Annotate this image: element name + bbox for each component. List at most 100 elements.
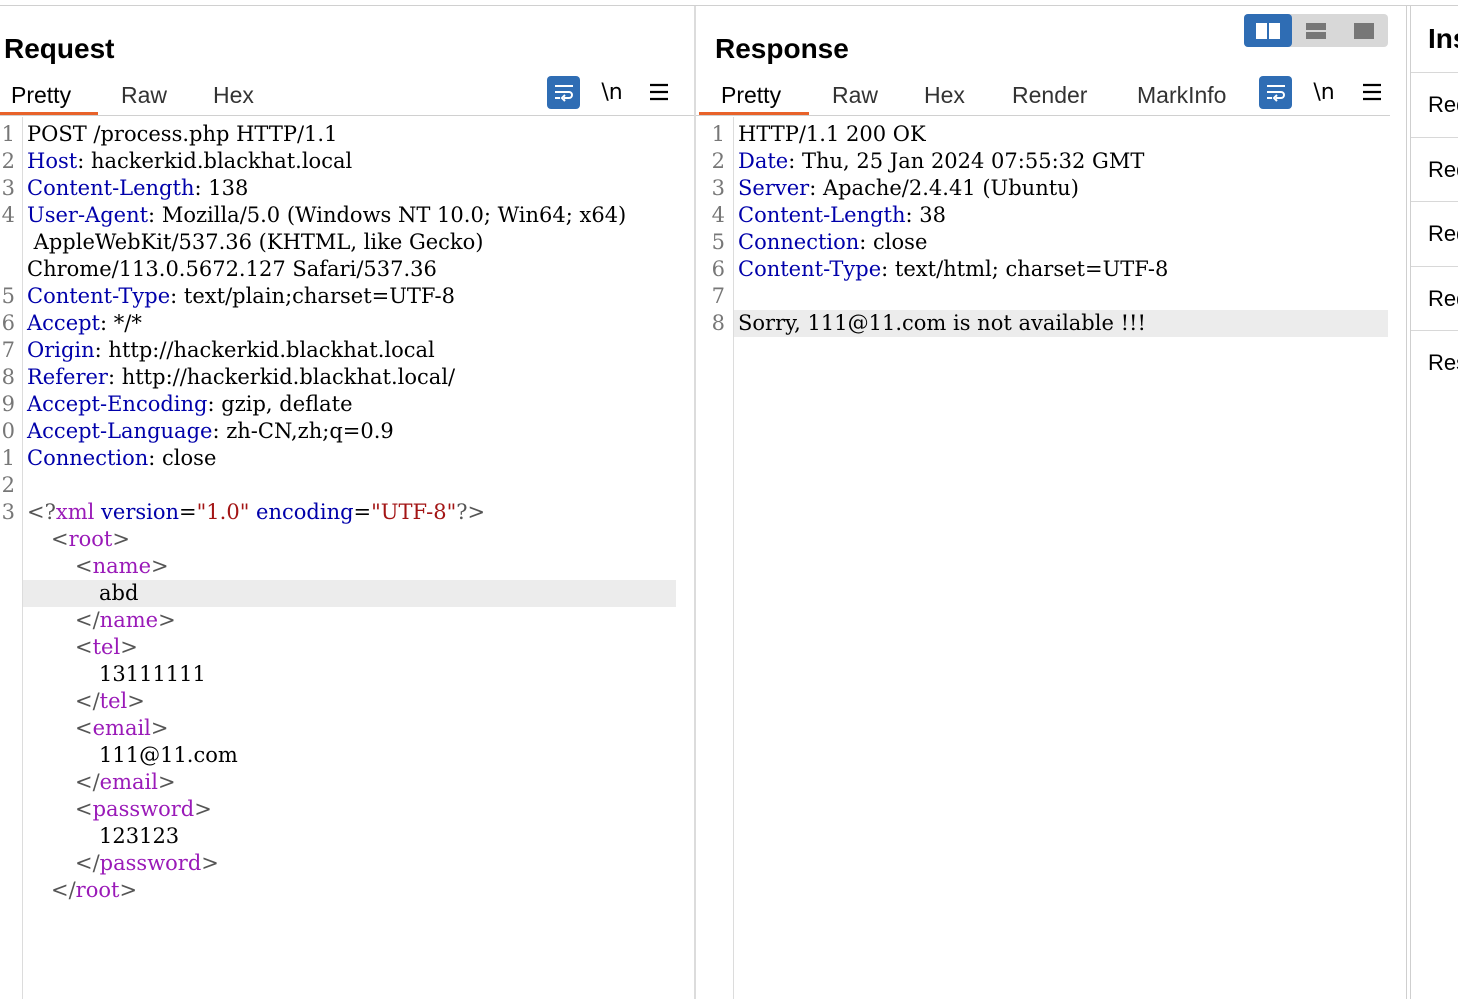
tab-pretty[interactable]: Pretty [11,82,71,109]
inspector-panel: Inspector Request attributes Request quer… [1411,6,1458,999]
request-line-content: Host: hackerkid.blackhat.local [27,149,353,173]
line-number: 0 [1,419,15,443]
inspector-section-4[interactable]: Request cookies [1411,265,1458,331]
request-editor[interactable]: 1 POST /process.php HTTP/1.1 2 Host: hacker… [0,117,694,999]
request-title: Request [4,33,115,64]
code-line: </email> [0,769,694,796]
hamburger-menu-icon [650,83,668,101]
inspector-section-1[interactable]: Request attributes [1411,72,1458,137]
xml-bracket: </ [75,608,100,632]
request-line-content: POST /process.php HTTP/1.1 [27,121,337,148]
line-number: 2 [711,149,725,173]
inspector-splitter[interactable] [1406,6,1407,999]
response-line-content: Server: Apache/2.4.41 (Ubuntu) [738,176,1079,200]
code-line: 9 Accept-Encoding: gzip, deflate [0,391,694,418]
inspector-section-2[interactable]: Request query parameters [1411,136,1458,202]
response-pane: Response Pretty Raw Hex Render MarkInfo \n 1… [696,6,1406,999]
xml-tag: </name> [75,607,176,634]
tab-raw[interactable]: Raw [832,82,878,109]
xml-bracket: > [119,878,138,902]
response-line-content: HTTP/1.1 200 OK [738,121,926,148]
header-name: Content-Type [27,284,171,308]
code-line: <root> [0,526,694,553]
request-line-content: Content-Length: 138 [27,176,249,200]
header-value: Sorry, 111@11.com is not available !!! [738,311,1146,335]
xml-tag-name: email [92,716,151,740]
response-editor[interactable]: 1 HTTP/1.1 200 OK 2 Date: Thu, 25 Jan 2024 … [696,117,1406,999]
line-number: 2 [1,473,15,497]
xml-punct: ?> [456,500,486,524]
tab-pretty[interactable]: Pretty [721,82,781,109]
code-line: 2 Host: hackerkid.blackhat.local [0,148,694,175]
xml-tag: <password> [75,796,212,823]
header-value: zh-CN,zh;q=0.9 [226,419,394,443]
header-value: close [873,230,928,254]
header-value: Apache/2.4.41 (Ubuntu) [822,176,1079,200]
header-value: http://hackerkid.blackhat.local/ [121,365,456,389]
code-line: <name> [0,553,694,580]
inspector-section-5[interactable]: Response headers [1411,330,1458,395]
line-number: 9 [1,392,15,416]
xml-text: 111@11.com [99,743,238,767]
xml-bracket: > [157,770,176,794]
header-value: */* [113,311,142,335]
code-line: <email> [0,715,694,742]
header-name: Accept-Language [27,419,213,443]
line-number: 8 [1,365,15,389]
code-line: 2 [0,472,694,499]
request-line-content: Connection: close [27,446,217,470]
header-value: Mozilla/5.0 (Windows NT 10.0; Win64; x64… [161,203,627,227]
xml-bracket: < [75,554,93,578]
xml-bracket: </ [75,851,100,875]
tab-render[interactable]: Render [1012,82,1087,109]
line-number: 1 [1,446,15,470]
rows-icon [1306,22,1326,39]
request-newline-button[interactable]: \n [597,76,627,109]
response-line-content: Connection: close [738,230,928,254]
code-line: 7 Origin: http://hackerkid.blackhat.local [0,337,694,364]
response-wrap-lines-button[interactable] [1259,76,1292,109]
xml-tag: </password> [75,850,219,877]
response-menu-button[interactable] [1361,79,1383,105]
tab-raw[interactable]: Raw [121,82,167,109]
code-line: abd [0,580,694,607]
xml-tag-name: email [99,770,158,794]
inspector-section-3[interactable]: Request body parameters [1411,201,1458,266]
code-line: </tel> [0,688,694,715]
code-line: <tel> [0,634,694,661]
code-line: 13111111 [0,661,694,688]
layout-side-by-side-button[interactable] [1244,14,1292,47]
request-line-content: Accept-Encoding: gzip, deflate [27,392,353,416]
code-line: 6 Content-Type: text/html; charset=UTF-8 [696,256,1406,283]
xml-bracket: </ [75,689,100,713]
xml-decl-name: xml [55,500,95,524]
line-number: 5 [1,284,15,308]
code-line: 4 User-Agent: Mozilla/5.0 (Windows NT 10.… [0,202,694,229]
xml-tag-name: root [68,527,113,551]
layout-stacked-button[interactable] [1292,14,1340,47]
inspector-section-label: Request cookies [1428,285,1458,311]
response-newline-button[interactable]: \n [1309,76,1339,109]
line-number: 4 [711,203,725,227]
tab-hex[interactable]: Hex [924,82,965,109]
header-value: 138 [208,176,249,200]
xml-bracket: > [150,716,169,740]
header-value: text/html; charset=UTF-8 [894,257,1169,281]
xml-tag-name: root [75,878,120,902]
tab-markinfo[interactable]: MarkInfo [1137,82,1226,109]
layout-single-button[interactable] [1340,14,1388,47]
request-wrap-lines-button[interactable] [547,76,580,109]
response-title: Response [715,33,849,64]
inspector-title: Inspector [1428,23,1458,54]
xml-bracket: > [194,797,212,821]
request-menu-button[interactable] [648,79,670,105]
code-line: AppleWebKit/537.36 (KHTML, like Gecko) [0,229,694,256]
code-line: 1 HTTP/1.1 200 OK [696,121,1406,148]
inspector-section-label: Request attributes [1428,92,1458,117]
header-value: 38 [919,203,946,227]
header-value: text/plain;charset=UTF-8 [183,284,456,308]
xml-attr-value: "UTF-8" [371,500,457,524]
tab-hex[interactable]: Hex [213,82,254,109]
code-line: 8 Referer: http://hackerkid.blackhat.loca… [0,364,694,391]
xml-tag-name: name [99,608,159,632]
